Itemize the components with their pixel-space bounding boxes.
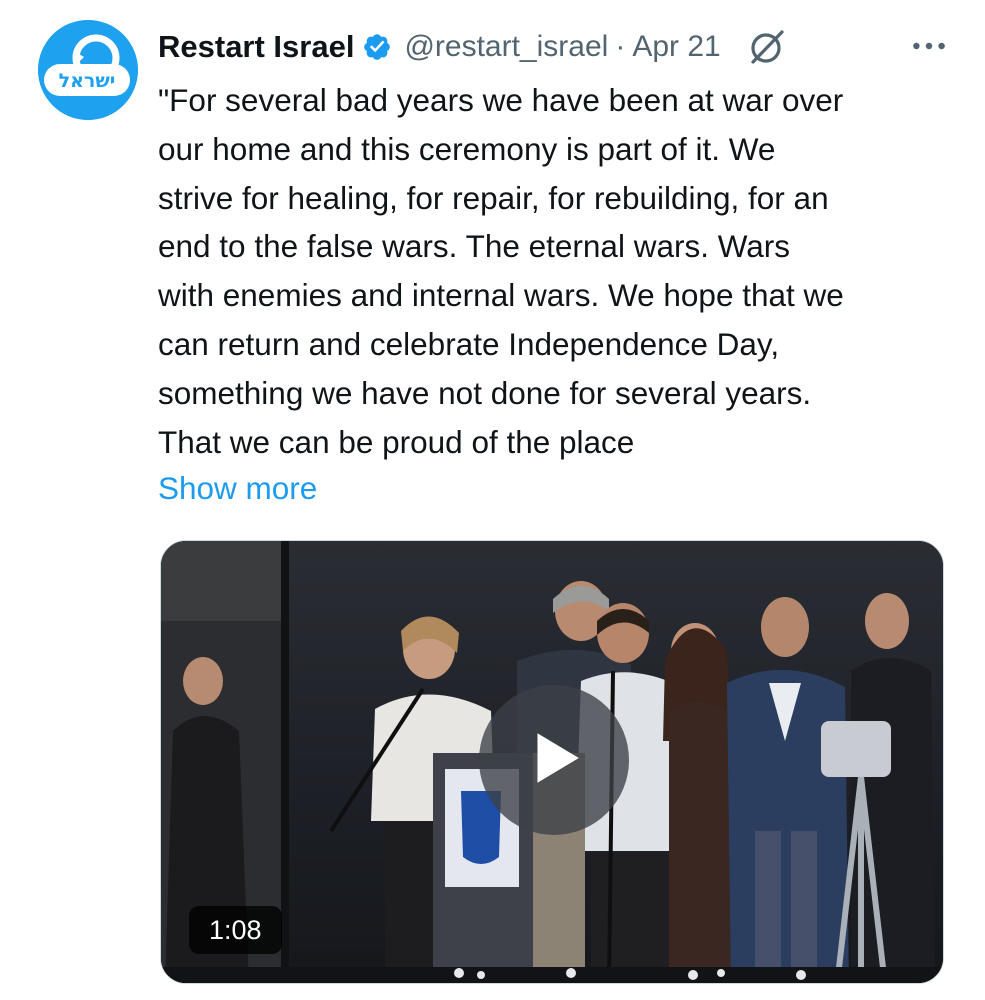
play-button[interactable] <box>479 685 629 835</box>
verified-badge-icon[interactable] <box>362 32 392 62</box>
avatar-text: ישראל <box>59 70 116 92</box>
tweet-text-line: end to the false wars. The eternal wars.… <box>158 228 791 265</box>
tweet-text-line: our home and this ceremony is part of it… <box>158 130 776 167</box>
video-duration-badge: 1:08 <box>189 906 282 954</box>
tweet-text: "For several bad years we have been at w… <box>158 76 958 466</box>
tweet-text-line: That we can be proud of the place <box>158 423 635 460</box>
play-icon <box>523 727 585 794</box>
avatar[interactable]: ישראל <box>38 20 138 120</box>
tweet-text-line: something we have not done for several y… <box>158 374 812 411</box>
tweet-text-line: with enemies and internal wars. We hope … <box>158 277 844 314</box>
grok-icon[interactable] <box>747 27 787 67</box>
more-icon[interactable] <box>909 28 949 64</box>
tweet-header: Restart Israel @restart_israel · Apr 21 <box>158 22 955 72</box>
tweet-text-line: "For several bad years we have been at w… <box>158 82 844 118</box>
handle[interactable]: @restart_israel <box>404 30 608 64</box>
tweet-text-line: can return and celebrate Independence Da… <box>158 325 780 362</box>
tweet[interactable]: ישראל Restart Israel @restart_israel · A… <box>0 0 985 1000</box>
tweet-text-line: strive for healing, for repair, for rebu… <box>158 179 829 216</box>
separator-dot: · <box>615 30 626 63</box>
video-player[interactable]: 1:08 <box>160 540 944 984</box>
timestamp[interactable]: Apr 21 <box>632 30 720 64</box>
show-more-link[interactable]: Show more <box>158 464 317 512</box>
display-name[interactable]: Restart Israel <box>158 29 354 65</box>
